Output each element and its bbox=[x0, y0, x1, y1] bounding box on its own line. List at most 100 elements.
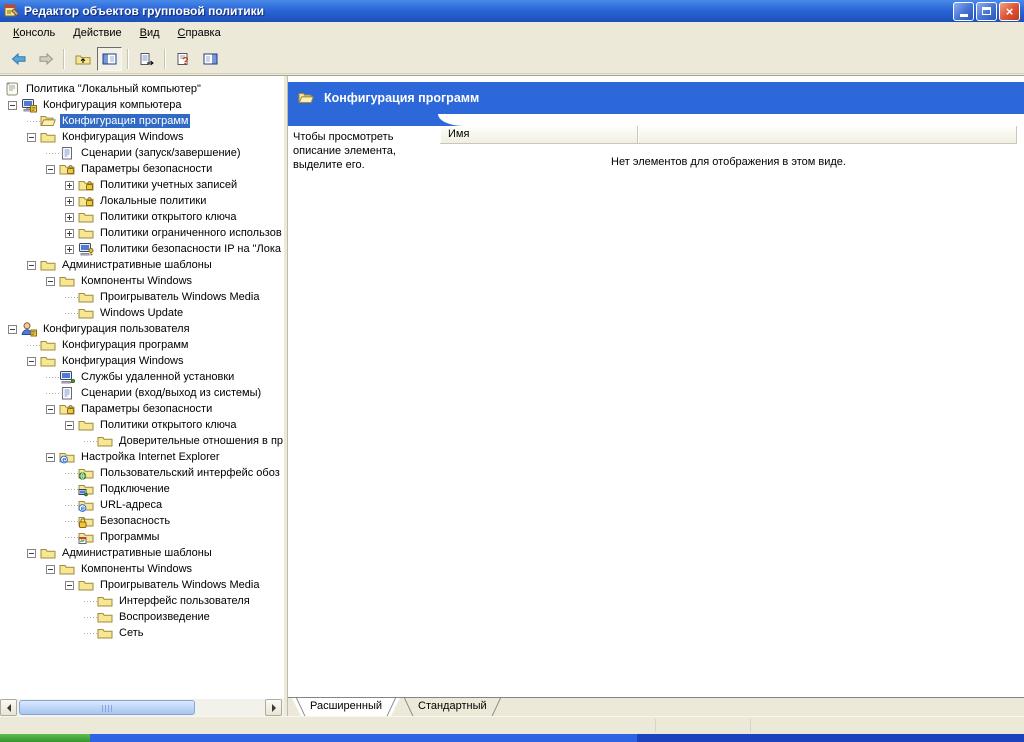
window-title: Редактор объектов групповой политики bbox=[24, 4, 951, 18]
tree-item[interactable]: Пользовательский интерфейс обоз bbox=[0, 465, 284, 481]
collapse-icon[interactable] bbox=[27, 357, 36, 366]
tree-item[interactable]: Конфигурация Windows bbox=[0, 353, 284, 369]
tree-item[interactable]: Сценарии (запуск/завершение) bbox=[0, 145, 284, 161]
view-tab-inactive[interactable]: Стандартный bbox=[400, 698, 505, 716]
scrollbar-thumb[interactable] bbox=[19, 700, 195, 715]
tree-item[interactable]: Локальные политики bbox=[0, 193, 284, 209]
tree-item[interactable]: Службы удаленной установки bbox=[0, 369, 284, 385]
tree-connector bbox=[65, 537, 78, 538]
menu-item[interactable]: Вид bbox=[131, 24, 169, 42]
folder-icon bbox=[40, 545, 56, 561]
tree-item[interactable]: Программы bbox=[0, 529, 284, 545]
tree-item[interactable]: Политики ограниченного использов bbox=[0, 225, 284, 241]
collapse-icon[interactable] bbox=[46, 277, 55, 286]
tree-item-selected[interactable]: Конфигурация программ bbox=[0, 113, 284, 129]
tree-item[interactable]: Политика "Локальный компьютер" bbox=[0, 81, 284, 97]
column-header-blank[interactable] bbox=[638, 126, 1017, 143]
tree-item-label: Интерфейс пользователя bbox=[117, 594, 252, 608]
menu-item[interactable]: Действие bbox=[64, 24, 130, 42]
active-taskbar-button-edge[interactable] bbox=[637, 734, 1024, 742]
scroll-right-button[interactable] bbox=[265, 699, 282, 716]
tree-item[interactable]: Политики безопасности IP на "Лока bbox=[0, 241, 284, 257]
tree-item[interactable]: Подключение bbox=[0, 481, 284, 497]
tree-item[interactable]: Конфигурация компьютера bbox=[0, 97, 284, 113]
show-action-pane-button[interactable] bbox=[198, 47, 223, 71]
tree-item[interactable]: Параметры безопасности bbox=[0, 401, 284, 417]
menu-item[interactable]: Консоль bbox=[4, 24, 64, 42]
tree-item[interactable]: Windows Update bbox=[0, 305, 284, 321]
back-icon bbox=[10, 51, 28, 67]
tree-item[interactable]: Политики учетных записей bbox=[0, 177, 284, 193]
scroll-left-button[interactable] bbox=[0, 699, 17, 716]
tree-item[interactable]: Интерфейс пользователя bbox=[0, 593, 284, 609]
collapse-icon[interactable] bbox=[46, 565, 55, 574]
minimize-button[interactable] bbox=[953, 2, 974, 21]
collapse-icon[interactable] bbox=[65, 421, 74, 430]
tree-horizontal-scrollbar[interactable] bbox=[0, 699, 284, 716]
empty-list-message: Нет элементов для отображения в этом вид… bbox=[440, 156, 1017, 168]
tree-item-label: Политика "Локальный компьютер" bbox=[24, 82, 203, 96]
expand-icon[interactable] bbox=[65, 197, 74, 206]
view-tab-active[interactable]: Расширенный bbox=[292, 698, 400, 716]
tree-item[interactable]: eURL-адреса bbox=[0, 497, 284, 513]
collapse-icon[interactable] bbox=[27, 261, 36, 270]
tree-item[interactable]: Доверительные отношения в пр bbox=[0, 433, 284, 449]
tree-item[interactable]: Административные шаблоны bbox=[0, 257, 284, 273]
start-button-edge[interactable] bbox=[0, 734, 90, 742]
collapse-icon[interactable] bbox=[65, 581, 74, 590]
folder-open-icon bbox=[298, 90, 314, 106]
tree-item[interactable]: Проигрыватель Windows Media bbox=[0, 577, 284, 593]
app-icon bbox=[4, 3, 20, 19]
tree-item[interactable]: Политики открытого ключа bbox=[0, 209, 284, 225]
tree-item[interactable]: Конфигурация Windows bbox=[0, 129, 284, 145]
tree-item[interactable]: Компоненты Windows bbox=[0, 273, 284, 289]
tree-item[interactable]: Безопасность bbox=[0, 513, 284, 529]
tree-item[interactable]: Сценарии (вход/выход из системы) bbox=[0, 385, 284, 401]
tree-item-label: Конфигурация программ bbox=[60, 338, 190, 352]
folder-lock-icon bbox=[59, 161, 75, 177]
tree-item[interactable]: Параметры безопасности bbox=[0, 161, 284, 177]
back-button[interactable] bbox=[6, 47, 31, 71]
frame-seam bbox=[750, 719, 751, 732]
tree-item[interactable]: Компоненты Windows bbox=[0, 561, 284, 577]
console-workspace: Политика "Локальный компьютер"Конфигурац… bbox=[0, 75, 1024, 716]
close-button[interactable]: × bbox=[999, 2, 1020, 21]
tree-item[interactable]: eНастройка Internet Explorer bbox=[0, 449, 284, 465]
tree-connector bbox=[65, 489, 78, 490]
column-header-name[interactable]: Имя bbox=[440, 126, 638, 143]
collapse-icon[interactable] bbox=[8, 101, 17, 110]
collapse-icon[interactable] bbox=[27, 133, 36, 142]
expand-icon[interactable] bbox=[65, 229, 74, 238]
collapse-icon[interactable] bbox=[8, 325, 17, 334]
tree-connector bbox=[65, 473, 78, 474]
tab-slant bbox=[296, 698, 305, 716]
export-list-button[interactable] bbox=[134, 47, 159, 71]
tree-item[interactable]: Конфигурация пользователя bbox=[0, 321, 284, 337]
collapse-icon[interactable] bbox=[46, 405, 55, 414]
collapse-icon[interactable] bbox=[27, 549, 36, 558]
tree-connector bbox=[84, 633, 97, 634]
collapse-icon[interactable] bbox=[46, 453, 55, 462]
tree-item[interactable]: Проигрыватель Windows Media bbox=[0, 289, 284, 305]
tree-item[interactable]: Воспроизведение bbox=[0, 609, 284, 625]
expand-icon[interactable] bbox=[65, 181, 74, 190]
up-folder-icon bbox=[74, 51, 92, 67]
collapse-icon[interactable] bbox=[46, 165, 55, 174]
tree-item[interactable]: Административные шаблоны bbox=[0, 545, 284, 561]
up-one-level-button[interactable] bbox=[70, 47, 95, 71]
tree-item[interactable]: Конфигурация программ bbox=[0, 337, 284, 353]
expand-icon[interactable] bbox=[65, 213, 74, 222]
show-console-tree-button[interactable] bbox=[97, 47, 122, 71]
expand-icon[interactable] bbox=[65, 245, 74, 254]
tree-item[interactable]: Политики открытого ключа bbox=[0, 417, 284, 433]
tree-connector bbox=[84, 617, 97, 618]
toolbar-separator bbox=[127, 49, 129, 69]
tree-connector bbox=[65, 521, 78, 522]
folder-window-icon bbox=[78, 529, 94, 545]
menu-item[interactable]: Справка bbox=[169, 24, 230, 42]
help-button[interactable]: ? bbox=[171, 47, 196, 71]
restore-button[interactable] bbox=[976, 2, 997, 21]
tree-item[interactable]: Сеть bbox=[0, 625, 284, 641]
forward-button[interactable] bbox=[33, 47, 58, 71]
tree-item-label: Политики открытого ключа bbox=[98, 210, 238, 224]
